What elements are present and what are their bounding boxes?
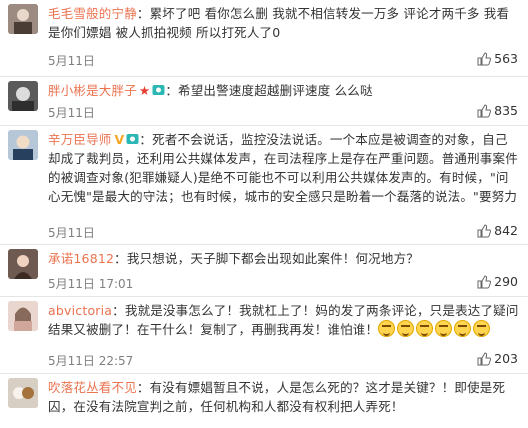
comment-text: 希望出警速度超越删评速度 么么哒 xyxy=(178,83,373,98)
like-count: 290 xyxy=(494,274,518,289)
comment-body: 辛万臣导师 V ：死者不会说话，监控没法说话。一个本应是被调查的对象，自己却成了裁判… xyxy=(48,132,518,204)
comment-text: 我只想说，天子脚下都会出现如此案件！何况地方？ xyxy=(126,251,419,266)
verified-v-icon: V xyxy=(114,132,125,147)
comment-item: 辛万臣导师 V ：死者不会说话，监控没法说话。一个本应是被调查的对象，自己却成了裁判… xyxy=(0,126,528,245)
camera-icon xyxy=(152,85,165,95)
avatar-image xyxy=(8,301,38,331)
commenter-name[interactable]: 辛万臣导师 xyxy=(48,132,112,147)
comment-body: 承诺16812：我只想说，天子脚下都会出现如此案件！何况地方？ xyxy=(48,251,419,266)
comment-body: 胖小彬是大胖子 ★ ：希望出警速度超越删评速度 么么哒 xyxy=(48,83,373,98)
like-count: 203 xyxy=(494,351,518,366)
comment-body: 吹落花丛看不见：有没有嫖娼暂且不说，人是怎么死的？这才是关键？！即使是死囚，在没… xyxy=(48,380,506,414)
camera-icon xyxy=(126,134,139,144)
comment-time: 5月11日 17:01 xyxy=(48,277,134,291)
comment-item: 承诺16812：我只想说，天子脚下都会出现如此案件！何况地方？ 5月11日 17… xyxy=(0,245,528,297)
comment-time: 5月11日 xyxy=(48,54,95,68)
like-button[interactable]: 203 xyxy=(477,351,518,366)
thumb-up-icon xyxy=(477,351,492,365)
comment-item: 吹落花丛看不见：有没有嫖娼暂且不说，人是怎么死的？这才是关键？！即使是死囚，在没… xyxy=(0,374,528,428)
comment-time: 5月11日 xyxy=(48,106,95,120)
avatar-image xyxy=(8,81,38,111)
comment-item: 毛毛雪般的宁静：累坏了吧 看你怎么删 我就不相信转发一万多 评论才两千多 我看是… xyxy=(0,0,528,77)
comment-time: 5月11日 22:57 xyxy=(48,354,134,368)
thumb-up-icon xyxy=(477,223,492,237)
commenter-name[interactable]: 吹落花丛看不见 xyxy=(48,380,137,395)
like-button[interactable]: 835 xyxy=(477,103,518,118)
smile-emoji-icon xyxy=(397,320,415,337)
avatar[interactable] xyxy=(8,4,38,34)
avatar-image xyxy=(8,249,38,279)
like-button[interactable]: 290 xyxy=(477,274,518,289)
smile-emoji-icon xyxy=(378,320,396,337)
star-badge-icon: ★ xyxy=(138,83,151,98)
avatar[interactable] xyxy=(8,301,38,331)
smile-emoji-icon xyxy=(416,320,434,337)
avatar[interactable] xyxy=(8,130,38,160)
comment-item: abvictoria：我就是没事怎么了！我就杠上了！妈的发了两条评论，只是表达了… xyxy=(0,297,528,374)
avatar[interactable] xyxy=(8,378,38,408)
comment-time: 5月11日 xyxy=(48,226,95,240)
avatar-image xyxy=(8,130,38,160)
smile-emoji-icon xyxy=(435,320,453,337)
commenter-name[interactable]: 胖小彬是大胖子 xyxy=(48,83,137,98)
comment-item: 胖小彬是大胖子 ★ ：希望出警速度超越删评速度 么么哒 5月11日 835 xyxy=(0,77,528,126)
like-button[interactable]: 842 xyxy=(477,223,518,238)
smile-emoji-icon xyxy=(473,320,491,337)
avatar[interactable] xyxy=(8,81,38,111)
thumb-up-icon xyxy=(477,103,492,117)
emoji-group xyxy=(378,320,492,337)
thumb-up-icon xyxy=(477,274,492,288)
like-count: 842 xyxy=(494,223,518,238)
like-count: 563 xyxy=(494,51,518,66)
comment-body: abvictoria：我就是没事怎么了！我就杠上了！妈的发了两条评论，只是表达了… xyxy=(48,303,519,337)
thumb-up-icon xyxy=(477,51,492,65)
like-count: 835 xyxy=(494,103,518,118)
like-button[interactable]: 563 xyxy=(477,51,518,66)
comment-list: 毛毛雪般的宁静：累坏了吧 看你怎么删 我就不相信转发一万多 评论才两千多 我看是… xyxy=(0,0,528,428)
avatar[interactable] xyxy=(8,249,38,279)
comment-body: 毛毛雪般的宁静：累坏了吧 看你怎么删 我就不相信转发一万多 评论才两千多 我看是… xyxy=(48,6,510,40)
commenter-name[interactable]: 毛毛雪般的宁静 xyxy=(48,6,137,21)
smile-emoji-icon xyxy=(454,320,472,337)
commenter-name[interactable]: abvictoria xyxy=(48,303,112,318)
commenter-name[interactable]: 承诺16812 xyxy=(48,251,114,266)
avatar-image xyxy=(8,4,38,34)
avatar-image xyxy=(8,378,38,408)
